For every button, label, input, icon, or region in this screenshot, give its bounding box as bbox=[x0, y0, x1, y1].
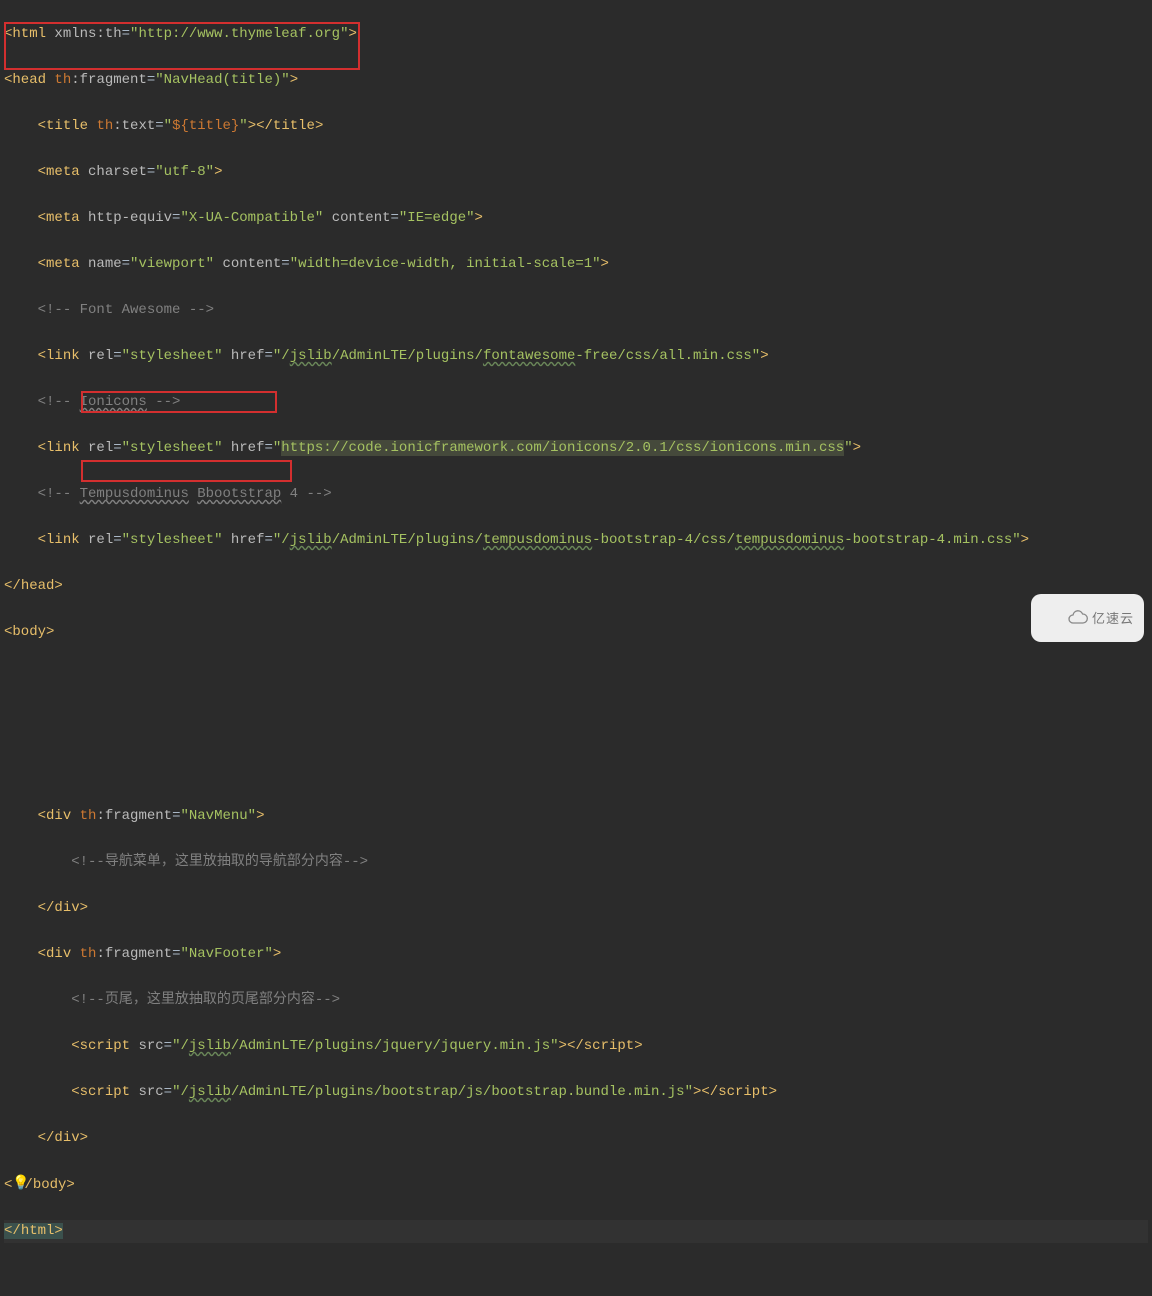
code-line: <meta charset="utf-8"> bbox=[4, 161, 1148, 184]
code-line: <!-- Ionicons --> bbox=[4, 391, 1148, 414]
code-line: </div> bbox=[4, 1127, 1148, 1150]
highlight-box-navfooter bbox=[81, 460, 292, 482]
code-line: <div th:fragment="NavMenu"> bbox=[4, 805, 1148, 828]
code-line: <body> bbox=[4, 621, 1148, 644]
code-line: <meta name="viewport" content="width=dev… bbox=[4, 253, 1148, 276]
watermark: 亿速云 bbox=[1031, 594, 1144, 642]
watermark-text: 亿速云 bbox=[1092, 607, 1134, 630]
cloud-icon bbox=[1039, 596, 1088, 640]
code-editor[interactable]: <html xmlns:th="http://www.thymeleaf.org… bbox=[0, 0, 1152, 648]
code-line: <!-- Font Awesome --> bbox=[4, 299, 1148, 322]
code-line: <💡/body> bbox=[4, 1173, 1148, 1197]
code-line: </head> bbox=[4, 575, 1148, 598]
code-line: <meta http-equiv="X-UA-Compatible" conte… bbox=[4, 207, 1148, 230]
code-line bbox=[4, 713, 1148, 736]
lightbulb-icon[interactable]: 💡 bbox=[12, 1173, 24, 1196]
code-line: <!--页尾，这里放抽取的页尾部分内容--> bbox=[4, 989, 1148, 1012]
code-line-active: </html> bbox=[4, 1220, 1148, 1243]
code-line: <head th:fragment="NavHead(title)"> bbox=[4, 69, 1148, 92]
code-line: <title th:text="${title}"></title> bbox=[4, 115, 1148, 138]
code-line: <link rel="stylesheet" href="/jslib/Admi… bbox=[4, 345, 1148, 368]
code-line: <script src="/jslib/AdminLTE/plugins/boo… bbox=[4, 1081, 1148, 1104]
code-line: <div th:fragment="NavFooter"> bbox=[4, 943, 1148, 966]
code-line bbox=[4, 667, 1148, 690]
code-line: <script src="/jslib/AdminLTE/plugins/jqu… bbox=[4, 1035, 1148, 1058]
code-line bbox=[4, 759, 1148, 782]
code-line: <!--导航菜单，这里放抽取的导航部分内容--> bbox=[4, 851, 1148, 874]
code-line: <link rel="stylesheet" href="/jslib/Admi… bbox=[4, 529, 1148, 552]
code-line: </div> bbox=[4, 897, 1148, 920]
code-line: <link rel="stylesheet" href="https://cod… bbox=[4, 437, 1148, 460]
code-line: <html xmlns:th="http://www.thymeleaf.org… bbox=[4, 23, 1148, 46]
code-line: <!-- Tempusdominus Bbootstrap 4 --> bbox=[4, 483, 1148, 506]
